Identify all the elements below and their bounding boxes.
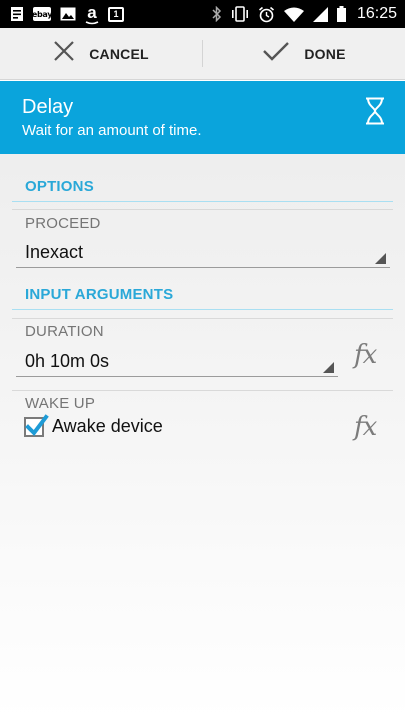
block-options-panel: OPTIONS PROCEED Inexact INPUT ARGUMENTS … <box>0 154 405 720</box>
alarm-icon <box>258 6 275 23</box>
dropdown-arrow-icon <box>323 362 334 373</box>
hourglass-icon <box>365 97 385 130</box>
awake-device-checkbox-row[interactable]: Awake device <box>24 413 163 437</box>
proceed-value: Inexact <box>25 242 84 262</box>
input-arguments-section-title: INPUT ARGUMENTS <box>25 286 174 303</box>
options-section-header: OPTIONS <box>12 178 393 202</box>
status-bar: ebay a 1 16:25 <box>0 0 405 28</box>
duration-fx-button[interactable]: fx <box>354 340 377 370</box>
cancel-label: CANCEL <box>89 45 149 62</box>
close-icon <box>53 40 75 67</box>
bluetooth-icon <box>212 6 222 22</box>
done-label: DONE <box>304 45 346 62</box>
proceed-dropdown[interactable]: Inexact <box>16 238 390 268</box>
block-subtitle: Wait for an amount of time. <box>22 122 202 139</box>
proceed-divider <box>12 209 393 210</box>
notes-icon <box>10 6 24 22</box>
block-title: Delay <box>22 96 74 118</box>
checkmark-icon <box>262 40 290 67</box>
amazon-icon: a <box>85 4 99 25</box>
options-section-title: OPTIONS <box>25 178 94 195</box>
proceed-label: PROCEED <box>25 215 101 232</box>
wifi-icon <box>283 7 304 22</box>
amazon-letter: a <box>87 2 97 22</box>
gallery-icon <box>60 7 76 21</box>
awake-device-checkbox[interactable] <box>24 413 49 437</box>
duration-value: 0h 10m 0s <box>25 351 110 371</box>
calendar-icon: 1 <box>108 6 124 22</box>
block-header: Delay Wait for an amount of time. <box>0 81 405 154</box>
awake-device-label: Awake device <box>52 416 163 436</box>
wake-up-divider <box>12 390 393 391</box>
duration-dropdown[interactable]: 0h 10m 0s <box>16 347 338 377</box>
battery-icon <box>336 6 346 22</box>
ebay-icon: ebay <box>32 7 52 21</box>
dropdown-arrow-icon <box>375 253 386 264</box>
action-bar: CANCEL DONE <box>0 28 405 80</box>
signal-icon <box>312 6 328 22</box>
wake-up-label: WAKE UP <box>25 395 96 412</box>
clock-time: 16:25 <box>356 5 397 22</box>
wake-up-fx-button[interactable]: fx <box>354 412 377 442</box>
duration-label: DURATION <box>25 323 104 340</box>
input-arguments-section-header: INPUT ARGUMENTS <box>12 286 393 310</box>
duration-divider <box>12 318 393 319</box>
vibrate-icon <box>231 6 249 22</box>
cancel-button[interactable]: CANCEL <box>0 28 202 79</box>
done-button[interactable]: DONE <box>203 28 405 79</box>
